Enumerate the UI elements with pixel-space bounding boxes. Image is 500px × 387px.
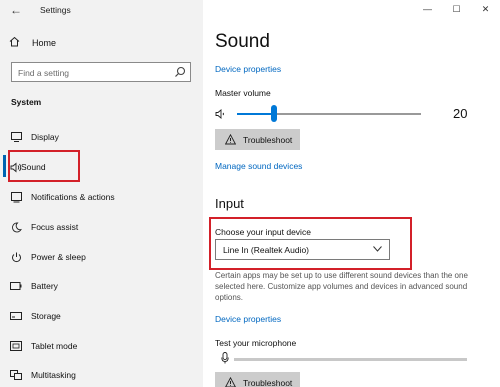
display-icon (10, 131, 22, 143)
notifications-icon (10, 191, 22, 203)
input-device-properties-link[interactable]: Device properties (215, 314, 281, 324)
master-volume-slider-fill (237, 113, 274, 115)
sidebar-item-tablet-mode[interactable]: Tablet mode (0, 334, 203, 358)
sidebar-item-label: Notifications & actions (31, 192, 115, 202)
input-section-title: Input (215, 196, 244, 211)
highlight-box-sound (8, 150, 80, 182)
test-microphone-label: Test your microphone (215, 338, 297, 348)
home-nav-item[interactable]: Home (9, 36, 56, 50)
close-button[interactable]: ✕ (471, 0, 500, 18)
master-volume-slider-track[interactable] (237, 113, 421, 115)
power-icon (10, 251, 22, 263)
microphone-level-bar (234, 358, 467, 361)
output-device-properties-link[interactable]: Device properties (215, 64, 281, 74)
battery-icon (10, 280, 22, 292)
manage-sound-devices-link[interactable]: Manage sound devices (215, 161, 302, 171)
sidebar-item-label: Focus assist (31, 222, 79, 232)
choose-input-device-label: Choose your input device (215, 227, 311, 237)
sidebar-item-power-sleep[interactable]: Power & sleep (0, 245, 203, 269)
input-device-selected-value: Line In (Realtek Audio) (223, 244, 309, 255)
microphone-icon (221, 352, 229, 364)
home-label: Home (32, 38, 57, 48)
sidebar: ← Settings Home System Display Sound Not… (0, 0, 203, 387)
search-icon[interactable] (174, 66, 186, 78)
app-title: Settings (40, 5, 71, 15)
troubleshoot-label: Troubleshoot (243, 377, 293, 387)
search-box (11, 62, 191, 82)
sidebar-item-label: Multitasking (31, 370, 76, 380)
sidebar-item-label: Power & sleep (31, 252, 86, 262)
troubleshoot-label: Troubleshoot (243, 134, 293, 145)
moon-icon (10, 221, 22, 233)
search-input[interactable] (12, 64, 162, 82)
sidebar-item-multitasking[interactable]: Multitasking (0, 363, 203, 387)
minimize-button[interactable]: — (413, 0, 442, 18)
input-device-description: Certain apps may be set up to use differ… (215, 271, 468, 302)
sidebar-item-battery[interactable]: Battery (0, 274, 203, 298)
master-volume-label: Master volume (215, 88, 271, 98)
sidebar-item-focus-assist[interactable]: Focus assist (0, 215, 203, 239)
warning-icon (225, 134, 236, 145)
sidebar-item-label: Storage (31, 311, 61, 321)
section-label-system: System (11, 97, 42, 107)
speaker-icon[interactable] (215, 108, 227, 120)
sidebar-item-label: Tablet mode (31, 341, 78, 351)
chevron-down-icon (373, 246, 382, 252)
storage-icon (10, 310, 22, 322)
tablet-icon (10, 340, 22, 352)
sidebar-item-storage[interactable]: Storage (0, 304, 203, 328)
titlebar-left: ← Settings (0, 0, 203, 24)
output-troubleshoot-button[interactable]: Troubleshoot (215, 129, 301, 150)
sidebar-item-display[interactable]: Display (0, 125, 203, 149)
sidebar-item-label: Battery (31, 281, 58, 291)
input-troubleshoot-button[interactable]: Troubleshoot (215, 372, 301, 387)
warning-icon (225, 377, 236, 387)
sidebar-item-notifications[interactable]: Notifications & actions (0, 185, 203, 209)
back-arrow-icon[interactable]: ← (10, 3, 22, 17)
multitasking-icon (10, 369, 22, 381)
page-title: Sound (215, 31, 270, 52)
input-device-dropdown[interactable]: Line In (Realtek Audio) (215, 239, 390, 260)
master-volume-slider-thumb[interactable] (270, 105, 277, 122)
maximize-button[interactable]: ☐ (442, 0, 471, 18)
window-controls: — ☐ ✕ (413, 0, 500, 18)
volume-value: 20 (453, 106, 468, 121)
sidebar-item-label: Display (31, 132, 59, 142)
main-pane: — ☐ ✕ Sound Device properties Master vol… (203, 0, 500, 387)
home-icon (9, 36, 23, 50)
